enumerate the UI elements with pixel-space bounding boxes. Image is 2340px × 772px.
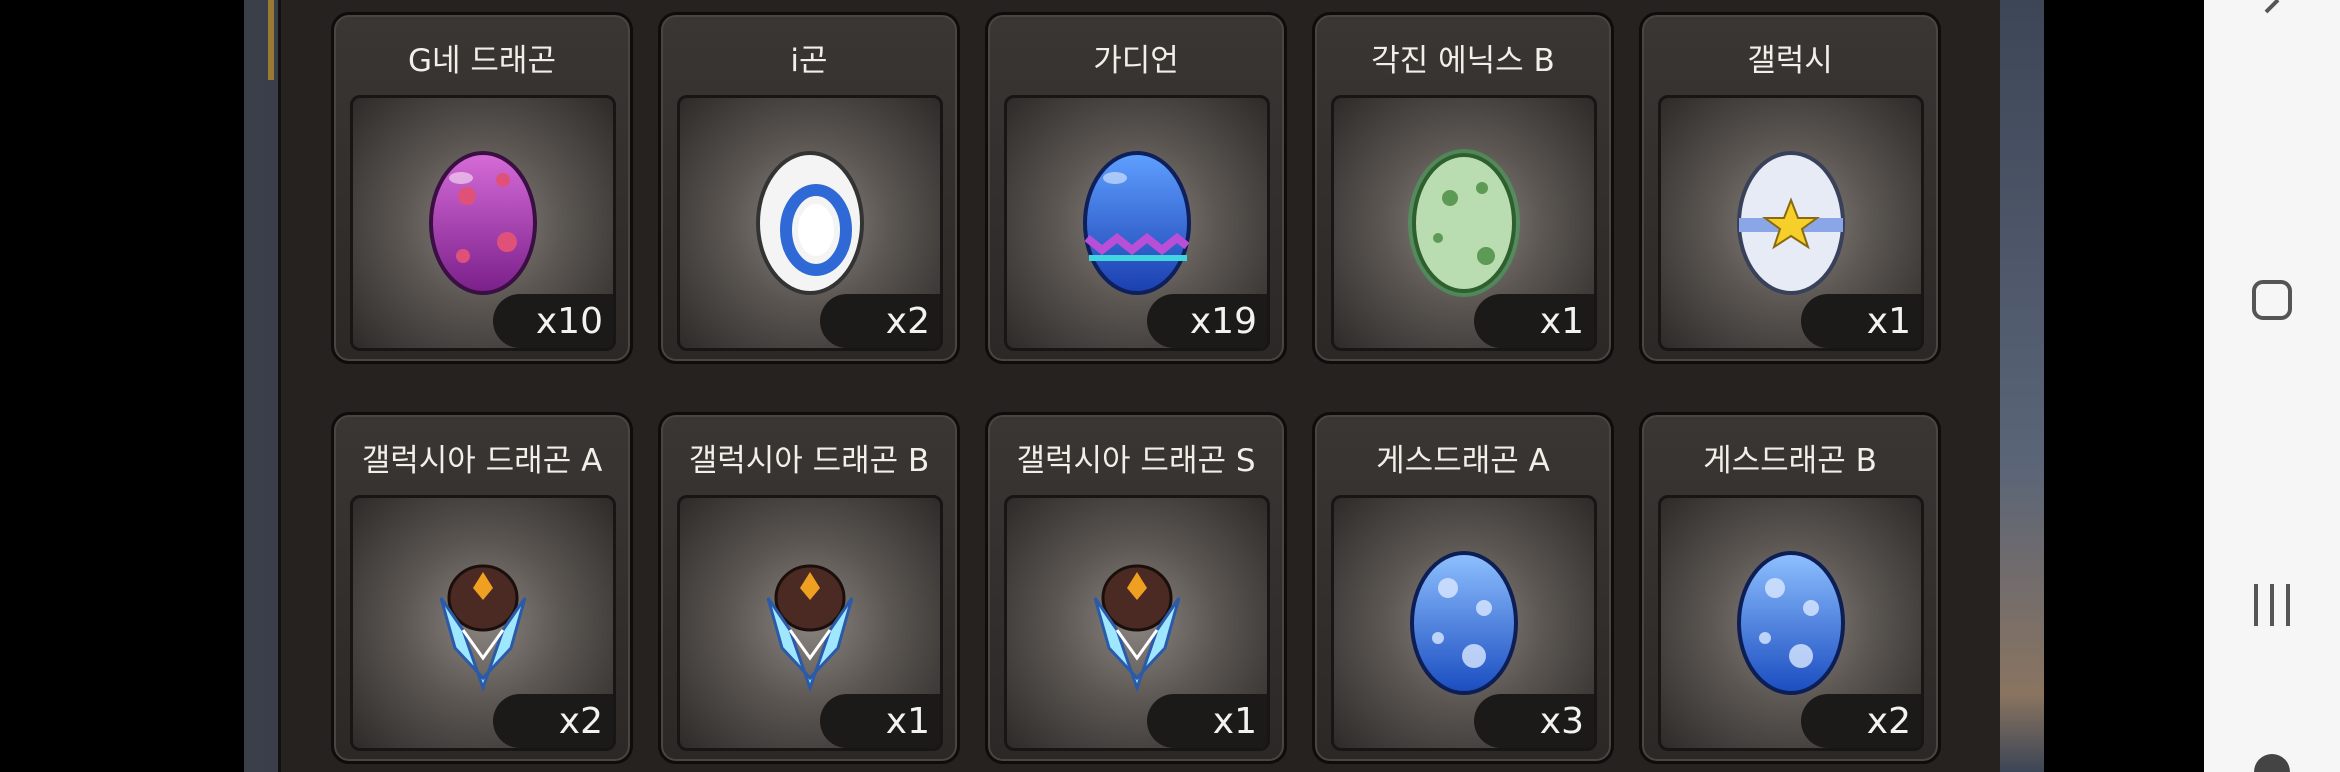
egg-name: 각진 에닉스 B bbox=[1371, 43, 1555, 79]
background-scenery bbox=[2000, 0, 2044, 772]
home-icon[interactable] bbox=[2204, 270, 2340, 330]
egg-name: 게스드래곤 B bbox=[1703, 443, 1877, 479]
blue-cloud-egg-icon bbox=[1410, 551, 1518, 695]
egg-card[interactable]: 게스드래곤 B x2 bbox=[1639, 412, 1941, 764]
system-navigation-bar bbox=[2204, 0, 2340, 772]
quantity-badge: x2 bbox=[820, 294, 940, 348]
quantity-badge: x1 bbox=[820, 694, 940, 748]
quantity-badge: x3 bbox=[1474, 694, 1594, 748]
egg-slot[interactable]: x1 bbox=[1004, 495, 1270, 751]
quantity-badge: x2 bbox=[493, 694, 613, 748]
egg-slot[interactable]: x1 bbox=[1331, 95, 1597, 351]
egg-card[interactable]: 갤럭시 x1 bbox=[1639, 12, 1941, 364]
egg-name: 갤럭시 bbox=[1747, 43, 1833, 79]
quantity-badge: x10 bbox=[493, 294, 613, 348]
egg-card[interactable]: 게스드래곤 A x3 bbox=[1312, 412, 1614, 764]
egg-name: 가디언 bbox=[1093, 43, 1179, 79]
white-ring-egg-icon bbox=[756, 151, 864, 295]
egg-slot[interactable]: x2 bbox=[1658, 495, 1924, 751]
egg-slot[interactable]: x2 bbox=[350, 495, 616, 751]
crystal-crest-egg-icon bbox=[766, 564, 854, 693]
egg-slot[interactable]: x10 bbox=[350, 95, 616, 351]
egg-card[interactable]: 갤럭시아 드래곤 S x1 bbox=[985, 412, 1287, 764]
left-letterbox bbox=[0, 0, 244, 772]
quantity-badge: x1 bbox=[1801, 294, 1921, 348]
quantity-badge: x1 bbox=[1147, 694, 1267, 748]
quantity-badge: x1 bbox=[1474, 294, 1594, 348]
egg-name: 갤럭시아 드래곤 A bbox=[361, 443, 603, 479]
egg-slot[interactable]: x1 bbox=[1658, 95, 1924, 351]
blue-zigzag-egg-icon bbox=[1083, 151, 1191, 295]
egg-name: 갤럭시아 드래곤 S bbox=[1016, 443, 1256, 479]
egg-card[interactable]: G네 드래곤 x10 bbox=[331, 12, 633, 364]
green-glowing-egg-icon bbox=[1408, 149, 1520, 297]
egg-card[interactable]: 각진 에닉스 B x1 bbox=[1312, 12, 1614, 364]
egg-card[interactable]: 갤럭시아 드래곤 A x2 bbox=[331, 412, 633, 764]
info-icon[interactable] bbox=[2204, 750, 2340, 772]
star-belt-egg-icon bbox=[1737, 151, 1845, 295]
crystal-crest-egg-icon bbox=[1093, 564, 1181, 693]
egg-name: G네 드래곤 bbox=[408, 43, 556, 79]
egg-name: 게스드래곤 A bbox=[1376, 443, 1550, 479]
quantity-badge: x19 bbox=[1147, 294, 1267, 348]
egg-slot[interactable]: x3 bbox=[1331, 495, 1597, 751]
egg-card[interactable]: 갤럭시아 드래곤 B x1 bbox=[658, 412, 960, 764]
egg-card[interactable]: 가디언 x19 bbox=[985, 12, 1287, 364]
egg-slot[interactable]: x1 bbox=[677, 495, 943, 751]
gold-frame-edge bbox=[268, 0, 274, 80]
recents-icon[interactable] bbox=[2204, 570, 2340, 640]
back-icon[interactable] bbox=[2204, 0, 2340, 40]
blue-cloud-egg-icon bbox=[1737, 551, 1845, 695]
egg-slot[interactable]: x19 bbox=[1004, 95, 1270, 351]
egg-name: i곤 bbox=[790, 43, 828, 79]
purple-spotted-egg-icon bbox=[429, 151, 537, 295]
quantity-badge: x2 bbox=[1801, 694, 1921, 748]
egg-inventory-panel: G네 드래곤 x10 i곤 x2 가디언 x19 각진 에닉스 B x1 갤럭시… bbox=[278, 0, 2004, 772]
egg-card[interactable]: i곤 x2 bbox=[658, 12, 960, 364]
egg-name: 갤럭시아 드래곤 B bbox=[688, 443, 930, 479]
egg-slot[interactable]: x2 bbox=[677, 95, 943, 351]
crystal-crest-egg-icon bbox=[439, 564, 527, 693]
